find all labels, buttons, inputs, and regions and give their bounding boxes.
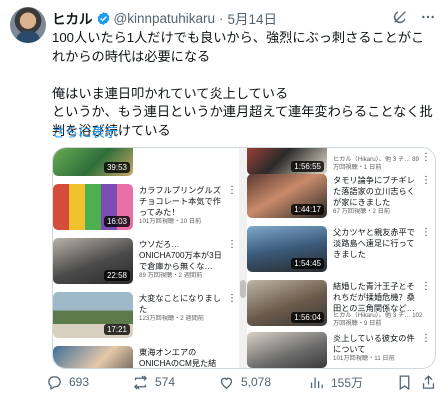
tweet-actions: 693 574 5,078 155万 [46, 372, 436, 392]
video-meta: ヒカル（Hikaru）、他 3 チ… 89 万回視聴・1 日前 [333, 156, 419, 171]
more-icon[interactable]: ⋮ [421, 282, 431, 292]
scrollbar-thumb[interactable] [240, 280, 246, 298]
video-meta: 101万回視聴・10 日前 [139, 218, 202, 225]
video-thumbnail: 16:03 [53, 184, 133, 230]
video-item[interactable]: 1:44:17 タモリ論争にブチギレた落語家の立川志らくが家にきました 67 万… [247, 174, 433, 224]
video-title: 結婚した青汁王子とそれちだが揉婚危機？桑田との三角関係など… [333, 282, 415, 313]
video-title: ウソだろ… ONICHA700万本が3日で倉庫から無くな… [139, 240, 222, 271]
video-thumbnail: 22:58 [53, 238, 133, 284]
video-item[interactable]: 17:21 大変なことになりました 123万回視聴・2 週間前 ⋮ [53, 292, 239, 342]
video-item[interactable]: 22:58 ウソだろ… ONICHA700万本が3日で倉庫から無くな… 89 万… [53, 238, 239, 288]
share-icon [422, 374, 435, 389]
video-item[interactable]: 1:56:04 結婚した青汁王子とそれちだが揉婚危機？桑田との三角関係など… ヒ… [247, 280, 433, 330]
bookmark-icon [399, 374, 410, 390]
views-button[interactable]: 155万 [308, 372, 363, 392]
avatar[interactable] [10, 7, 46, 43]
scrollbar[interactable] [239, 148, 247, 368]
reply-icon [48, 375, 61, 390]
reply-count: 693 [69, 375, 90, 389]
video-thumbnail: 1:54:45 [247, 226, 327, 272]
more-icon[interactable]: ⋮ [421, 176, 431, 186]
video-item[interactable]: 炎上している彼女の件について 101万回視聴・11 日前 ⋮ [247, 332, 433, 368]
video-item[interactable]: 東海オンエアの ONICHAのCM見た結 [53, 346, 239, 368]
video-thumbnail [53, 346, 133, 368]
video-duration: 39:53 [103, 162, 130, 173]
more-icon[interactable]: ⋮ [421, 228, 431, 238]
repost-button[interactable]: 574 [132, 372, 175, 392]
video-thumbnail: 1:56:04 [247, 280, 327, 326]
verified-badge-icon [97, 11, 109, 25]
more-icon[interactable]: ⋮ [227, 186, 237, 196]
more-icon[interactable]: ⋮ [227, 240, 237, 250]
views-icon [310, 377, 323, 388]
tweet-date[interactable]: 5月14日 [228, 8, 278, 28]
like-icon [220, 377, 233, 389]
tweet-header: ヒカル @kinnpatuhikaru · 5月14日 [52, 8, 437, 28]
video-thumbnail: 1:44:17 [247, 174, 327, 218]
video-title: 大変なことになりました [139, 294, 221, 314]
show-more-link[interactable]: さらに表示 [52, 122, 118, 141]
video-meta: ヒカル（Hikaru）、他 3 チ… 102万回視聴・9 日前 [333, 312, 423, 327]
share-button[interactable] [420, 372, 437, 392]
video-thumbnail [247, 332, 327, 368]
repost-icon [133, 375, 148, 389]
video-meta: 101万回視聴・11 日前 [333, 355, 395, 362]
author-name[interactable]: ヒカル [52, 8, 93, 28]
more-icon[interactable]: ⋮ [227, 294, 237, 304]
video-duration: 16:03 [103, 216, 130, 227]
views-count: 155万 [331, 375, 364, 390]
video-meta: 89 万回視聴・2 週間前 [139, 272, 203, 279]
video-item[interactable]: 1:54:45 父カツヤと親友赤平で淡路島へ遠足に行ってきました ⋮ [247, 226, 433, 276]
video-meta: 123万回視聴・2 週間前 [139, 315, 204, 322]
video-thumbnail: 17:21 [53, 292, 133, 338]
video-title: 父カツヤと親友赤平で淡路島へ遠足に行ってきました [333, 228, 415, 259]
video-title: タモリ論争にブチギレた落語家の立川志らくが家にきました [333, 176, 415, 207]
tweet: ヒカル @kinnpatuhikaru · 5月14日 100人いたら1人だけで… [0, 0, 447, 396]
bookmark-button[interactable] [396, 372, 413, 392]
video-duration: 1:56:55 [291, 161, 324, 172]
video-duration: 1:44:17 [291, 204, 324, 215]
video-duration: 22:58 [103, 270, 130, 281]
author-handle[interactable]: @kinnpatuhikaru [114, 11, 216, 26]
like-count: 5,078 [241, 375, 272, 389]
video-title: 炎上している彼女の件について [333, 334, 415, 354]
video-item[interactable]: 16:03 カラフルプリングルズ チョコレート本気で作ってみた！ 101万回視聴… [53, 184, 239, 234]
media-screenshot[interactable]: 39:53 16:03 カラフルプリングルズ チョコレート本気で作ってみた！ 1… [52, 147, 436, 369]
video-thumbnail: 1:56:55 [247, 148, 327, 175]
more-icon[interactable]: ⋮ [421, 334, 431, 344]
video-duration: 1:56:04 [291, 312, 324, 323]
video-thumbnail: 39:53 [53, 148, 133, 176]
more-icon[interactable] [419, 8, 437, 26]
video-duration: 17:21 [103, 324, 130, 335]
like-button[interactable]: 5,078 [218, 372, 271, 392]
video-meta: 67 万回視聴・2 日前 [333, 208, 391, 215]
repost-count: 574 [155, 375, 176, 389]
video-title: カラフルプリングルズ チョコレート本気で作ってみた！ [139, 186, 221, 217]
reply-button[interactable]: 693 [46, 372, 89, 392]
video-title: 東海オンエアの ONICHAのCM見た結 [139, 348, 217, 368]
grok-icon[interactable] [391, 8, 409, 26]
video-item[interactable]: 39:53 [53, 148, 239, 180]
video-duration: 1:54:45 [291, 258, 324, 269]
more-icon[interactable]: ⋮ [421, 153, 431, 163]
separator-dot: · [219, 10, 224, 26]
